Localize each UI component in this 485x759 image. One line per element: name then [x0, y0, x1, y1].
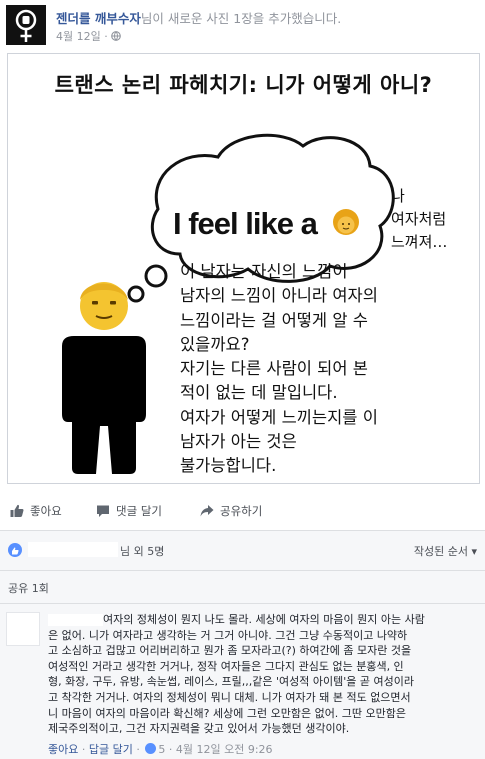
- post-action-bar: 좋아요 댓글 달기 공유하기: [0, 497, 485, 527]
- reactions-bar: 님 외 5명 작성된 순서 ▾: [0, 530, 485, 571]
- comment-line: 고 소심하고 겁많고 어리버리하고 뭔가 좀 모자라고(?) 하여간에 좀 모자…: [48, 644, 412, 658]
- sort-label: 작성된 순서: [413, 545, 468, 558]
- comment-line: 제국주의적이고, 그건 자지권력을 갖고 있어서 가능했던 생각이야.: [48, 722, 350, 736]
- comment-line: 고 착각한 거거나. 여자의 정체성이 뭐니 대체. 니가 여자가 돼 본 적도…: [48, 690, 411, 704]
- post-photo[interactable]: 트랜스 논리 파헤치기: 니가 어떻게 아니? I feel like a 나 …: [7, 53, 480, 484]
- separator-dot: ·: [81, 743, 89, 756]
- image-body-text: 이 남자는 자신의 느낌이 남자의 느낌이 아니라 여자의 느낌이라는 걸 어떻…: [180, 260, 378, 479]
- comment-line: 은 없어. 니가 여자라고 생각하는 거 그거 아니야. 그건 그냥 수동적이고…: [48, 628, 408, 642]
- separator-dot: ·: [168, 743, 176, 756]
- female-symbol-fist-icon: [6, 5, 46, 45]
- post-header: 젠더를 깨부수자님이 새로운 사진 1장을 추가했습니다. 4월 12일 ·: [6, 5, 480, 49]
- page-avatar[interactable]: [6, 5, 46, 45]
- body-line: 자기는 다른 사람이 되어 본: [180, 359, 368, 379]
- separator-dot: ·: [104, 30, 112, 43]
- body-line: 여자가 어떻게 느끼는지를 이: [180, 407, 378, 427]
- man-silhouette: [62, 336, 146, 474]
- post-title: 젠더를 깨부수자님이 새로운 사진 1장을 추가했습니다.: [56, 8, 341, 27]
- comment-reply-link[interactable]: 답글 달기: [89, 743, 133, 756]
- comment-line: 여자의 정체성이 뭔지 나도 몰라. 세상에 여자의 마음이 뭔지 아는 사람: [103, 613, 425, 626]
- body-line: 남자가 아는 것은: [180, 432, 297, 452]
- body-line: 남자의 느낌이 아니라 여자의: [180, 286, 378, 306]
- comment-meta: 좋아요 · 답글 달기 · 5 · 4월 12일 오전 9:26: [48, 741, 273, 757]
- shares-bar: 공유 1회: [0, 570, 485, 604]
- side-text: 나 여자처럼 느껴져…: [391, 185, 471, 254]
- body-line: 이 남자는 자신의 느낌이: [180, 262, 348, 281]
- share-label: 공유하기: [220, 504, 263, 518]
- side-line: 느껴져…: [391, 233, 448, 251]
- caret-down-icon: ▾: [471, 545, 477, 558]
- comment-body: 여자의 정체성이 뭔지 나도 몰라. 세상에 여자의 마음이 뭔지 아는 사람 …: [48, 612, 480, 737]
- post-date[interactable]: 4월 12일: [56, 30, 101, 43]
- comment-button[interactable]: 댓글 달기: [96, 503, 162, 519]
- commenter-avatar[interactable]: [6, 612, 40, 646]
- comment-line: 여성적인 거라고 생각한 거거나, 정작 여자들은 그다지 관심도 없는 분홍색…: [48, 659, 404, 673]
- comment-label: 댓글 달기: [116, 504, 162, 518]
- author-link[interactable]: 젠더를 깨부수자: [56, 11, 141, 26]
- side-line: 여자처럼: [391, 210, 447, 228]
- share-arrow-icon: [200, 505, 214, 517]
- bubble-text: I feel like a: [173, 206, 318, 241]
- sort-dropdown[interactable]: 작성된 순서 ▾: [414, 543, 477, 559]
- body-line: 적이 없는 데 말입니다.: [180, 383, 338, 403]
- like-button[interactable]: 좋아요: [10, 503, 62, 519]
- speech-bubble-icon: [97, 505, 109, 517]
- like-label: 좋아요: [30, 504, 62, 518]
- globe-icon[interactable]: [111, 31, 122, 41]
- body-line: 불가능합니다.: [180, 456, 277, 476]
- like-reaction-icon: [8, 543, 22, 557]
- likes-count[interactable]: 님 외 5명: [120, 543, 164, 559]
- share-button[interactable]: 공유하기: [200, 503, 262, 519]
- like-count-icon: [145, 743, 157, 754]
- body-line: 있을까요?: [180, 334, 250, 354]
- comment-like-count[interactable]: 5: [158, 743, 165, 756]
- body-line: 느낌이라는 걸 어떻게 알 수: [180, 310, 368, 330]
- shares-count[interactable]: 공유 1회: [8, 580, 49, 596]
- woman-emoji-icon: [333, 209, 359, 235]
- post-action-text: 님이 새로운 사진 1장을 추가했습니다.: [140, 11, 342, 26]
- post-card: 젠더를 깨부수자님이 새로운 사진 1장을 추가했습니다. 4월 12일 · 트…: [0, 0, 485, 759]
- redacted-commenter-name[interactable]: [48, 614, 103, 626]
- comment-line: 형, 화장, 구두, 유방, 속눈썹, 레이스, 프릴,,,같은 '여성적 아이…: [48, 675, 414, 689]
- comment: 여자의 정체성이 뭔지 나도 몰라. 세상에 여자의 마음이 뭔지 아는 사람 …: [0, 603, 485, 759]
- comment-timestamp[interactable]: 4월 12일 오전 9:26: [176, 743, 273, 756]
- redacted-names: [28, 542, 118, 557]
- man-emoji-icon: [80, 282, 128, 330]
- post-meta: 4월 12일 ·: [56, 28, 122, 44]
- separator-dot: ·: [136, 743, 144, 756]
- thumbs-up-icon: [10, 504, 24, 517]
- comment-like-link[interactable]: 좋아요: [48, 743, 78, 756]
- side-line: 나: [391, 187, 405, 205]
- comment-line: 니 마음이 여자의 마음이라 확신해? 세상에 그런 오만함은 없어. 그딴 오…: [48, 706, 407, 720]
